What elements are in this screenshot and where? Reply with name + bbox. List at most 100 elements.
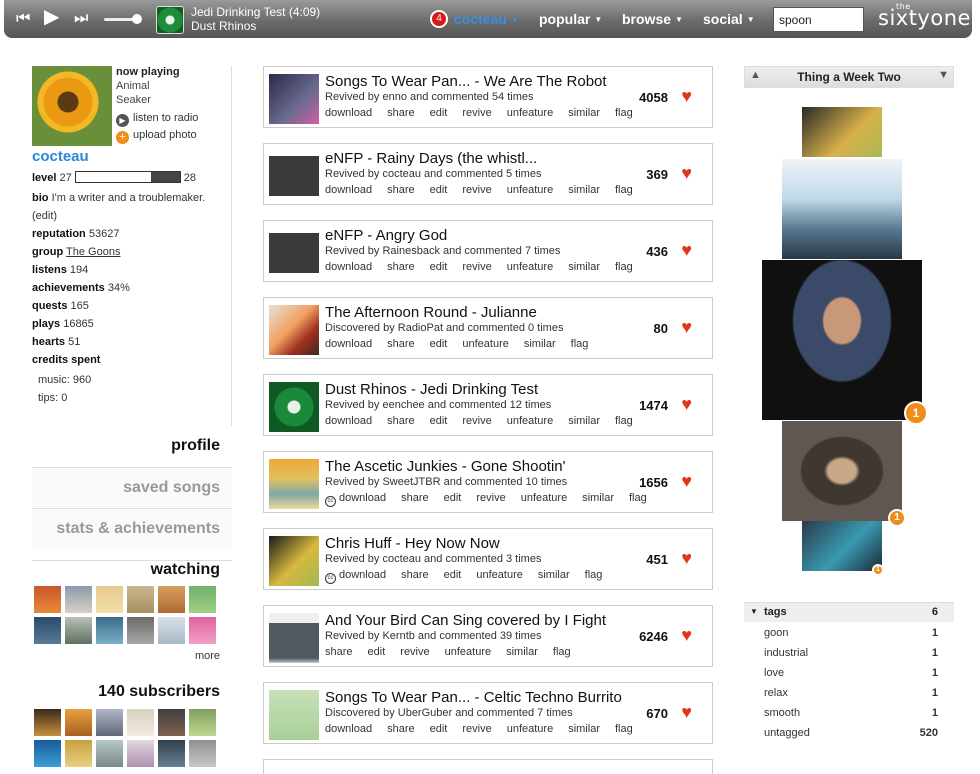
action-revive[interactable]: revive — [462, 723, 491, 735]
group-link[interactable]: The Goons — [66, 246, 120, 258]
playlist-album-art[interactable] — [802, 107, 882, 157]
action-share[interactable]: share — [387, 723, 415, 735]
watching-avatar[interactable] — [96, 617, 123, 644]
album-art[interactable] — [269, 536, 319, 586]
heart-icon[interactable]: ♥ — [681, 241, 692, 259]
song-title[interactable]: Dust Rhinos - Jedi Drinking Test — [325, 381, 538, 398]
bio-edit-link[interactable]: (edit) — [32, 210, 57, 222]
action-unfeature[interactable]: unfeature — [507, 415, 553, 427]
action-download[interactable]: download — [325, 107, 372, 119]
watching-avatar[interactable] — [65, 617, 92, 644]
song-title[interactable]: Songs To Wear Pan... - Celtic Techno Bur… — [325, 689, 622, 706]
song-card[interactable]: The Ascetic Junkies - Gone Shootin' Reviv… — [263, 451, 713, 513]
action-edit[interactable]: edit — [430, 338, 448, 350]
now-playing-artist[interactable]: Dust Rhinos — [191, 19, 256, 33]
song-title[interactable]: eNFP - Rainy Days (the whistl... — [325, 150, 537, 167]
subscriber-avatar[interactable] — [158, 740, 185, 767]
action-flag[interactable]: flag — [615, 184, 633, 196]
previous-icon[interactable]: ⏮ — [16, 10, 30, 28]
profile-artist[interactable]: Seaker — [116, 94, 151, 106]
action-flag[interactable]: flag — [553, 646, 571, 658]
heart-icon[interactable]: ♥ — [681, 626, 692, 644]
action-similar[interactable]: similar — [568, 415, 600, 427]
action-download[interactable]: download — [325, 261, 372, 273]
watching-avatar[interactable] — [127, 586, 154, 613]
action-revive[interactable]: revive — [462, 261, 491, 273]
action-flag[interactable]: flag — [571, 338, 589, 350]
nav-social[interactable]: social ▼ — [703, 11, 755, 27]
avatar[interactable] — [32, 66, 112, 146]
song-card[interactable]: Songs To Wear Pan... - Celtic Techno Bur… — [263, 682, 713, 744]
action-unfeature[interactable]: unfeature — [507, 723, 553, 735]
volume-knob[interactable] — [132, 14, 142, 24]
action-unfeature[interactable]: unfeature — [521, 492, 567, 504]
album-art[interactable] — [269, 382, 319, 432]
action-edit[interactable]: edit — [430, 415, 448, 427]
playlist-album-art[interactable] — [782, 421, 902, 521]
action-similar[interactable]: similar — [568, 723, 600, 735]
album-art[interactable] — [269, 459, 319, 509]
album-art[interactable] — [269, 690, 319, 740]
action-flag[interactable]: flag — [615, 261, 633, 273]
action-share[interactable]: share — [401, 492, 429, 504]
action-flag[interactable]: flag — [585, 569, 603, 581]
tag-row[interactable]: industrial 1 — [764, 647, 938, 659]
nav-user-menu[interactable]: cocteau ▼ — [454, 11, 519, 27]
action-unfeature[interactable]: unfeature — [462, 338, 508, 350]
action-flag[interactable]: flag — [615, 723, 633, 735]
song-card[interactable]: And Your Bird Can Sing covered by I Figh… — [263, 605, 713, 667]
logo[interactable]: the sixtyone — [878, 2, 971, 30]
subscriber-avatar[interactable] — [127, 740, 154, 767]
upload-photo-link[interactable]: + upload photo — [116, 129, 197, 144]
action-share[interactable]: share — [401, 569, 429, 581]
action-flag[interactable]: flag — [615, 415, 633, 427]
profile-song[interactable]: Animal — [116, 80, 150, 92]
action-unfeature[interactable]: unfeature — [507, 107, 553, 119]
playlist-album-art[interactable] — [802, 521, 882, 571]
now-playing-art[interactable] — [156, 6, 184, 34]
tag-row[interactable]: relax 1 — [764, 687, 938, 699]
album-art[interactable] — [269, 151, 319, 201]
song-title[interactable]: Songs To Wear Pan... - We Are The Robot — [325, 73, 607, 90]
song-title[interactable]: The Ascetic Junkies - Gone Shootin' — [325, 458, 566, 475]
song-card[interactable]: Chris Huff - Hey Now Now Revived by cocte… — [263, 528, 713, 590]
action-share[interactable]: share — [325, 646, 353, 658]
action-flag[interactable]: flag — [615, 107, 633, 119]
action-edit[interactable]: edit — [430, 723, 448, 735]
subscriber-avatar[interactable] — [65, 709, 92, 736]
watching-avatar[interactable] — [65, 586, 92, 613]
heart-icon[interactable]: ♥ — [681, 318, 692, 336]
watching-avatar[interactable] — [34, 586, 61, 613]
nav-popular[interactable]: popular ▼ — [539, 11, 602, 27]
watching-avatar[interactable] — [158, 617, 185, 644]
username[interactable]: cocteau — [32, 148, 89, 165]
nav-browse[interactable]: browse ▼ — [622, 11, 683, 27]
album-art[interactable] — [269, 228, 319, 278]
watching-more-link[interactable]: more — [195, 650, 220, 662]
tag-row[interactable]: untagged 520 — [764, 727, 938, 739]
heart-icon[interactable]: ♥ — [681, 164, 692, 182]
next-icon[interactable]: ⏭ — [74, 10, 88, 28]
search-input[interactable] — [773, 7, 864, 32]
tab-stats-achievements[interactable]: stats & achievements — [32, 508, 232, 549]
action-edit[interactable]: edit — [368, 646, 386, 658]
subscriber-avatar[interactable] — [65, 740, 92, 767]
subscriber-avatar[interactable] — [189, 709, 216, 736]
album-art[interactable] — [269, 613, 319, 663]
action-edit[interactable]: edit — [430, 184, 448, 196]
tags-header[interactable]: ▼ tags 6 — [744, 602, 954, 622]
action-similar[interactable]: similar — [568, 184, 600, 196]
tag-row[interactable]: goon 1 — [764, 627, 938, 639]
song-title[interactable]: And Your Bird Can Sing covered by I Figh… — [325, 612, 606, 629]
heart-icon[interactable]: ♥ — [681, 395, 692, 413]
heart-icon[interactable]: ♥ — [681, 472, 692, 490]
heart-icon[interactable]: ♥ — [681, 703, 692, 721]
subscriber-avatar[interactable] — [96, 709, 123, 736]
subscriber-avatar[interactable] — [34, 709, 61, 736]
watching-avatar[interactable] — [189, 617, 216, 644]
action-download[interactable]: download — [325, 415, 372, 427]
tag-row[interactable]: love 1 — [764, 667, 938, 679]
action-revive[interactable]: revive — [476, 492, 505, 504]
song-title[interactable]: eNFP - Angry God — [325, 227, 447, 244]
action-similar[interactable]: similar — [568, 107, 600, 119]
